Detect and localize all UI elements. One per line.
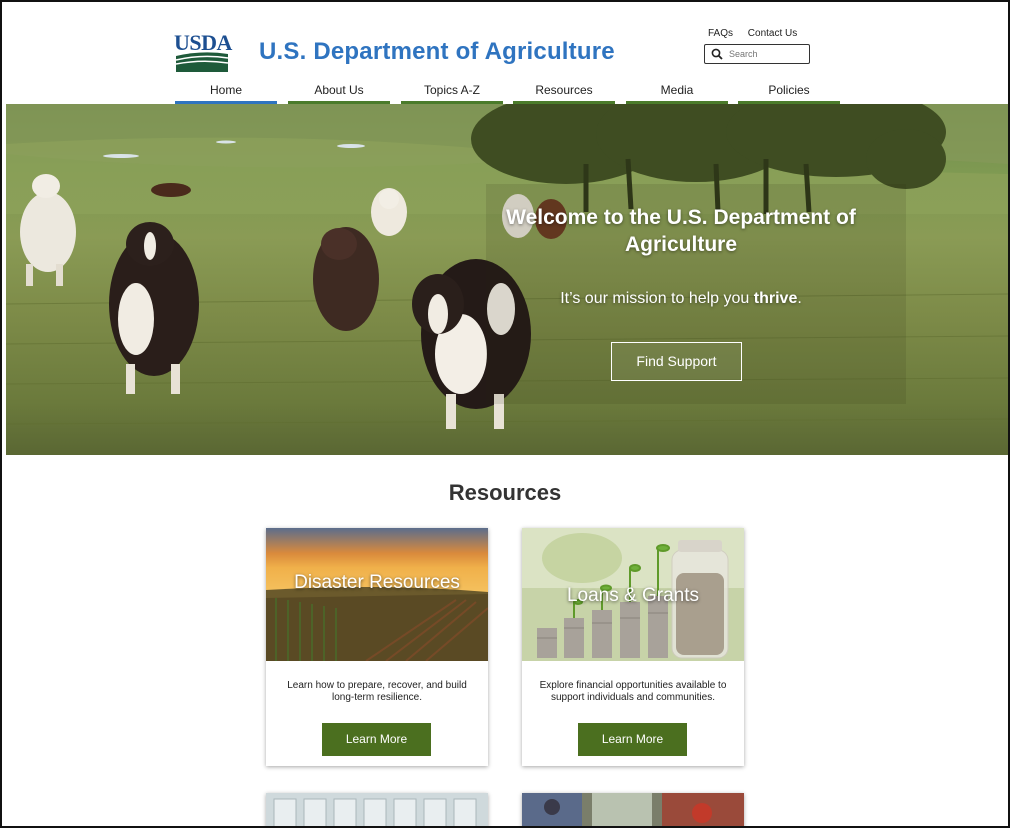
- nav-home[interactable]: Home: [175, 82, 277, 104]
- hero-subtitle-pre: It’s our mission to help you: [560, 290, 754, 307]
- resources-heading: Resources: [448, 480, 562, 505]
- loans-card-image: Loans & Grants: [522, 528, 744, 661]
- disaster-card-description: Learn how to prepare, recover, and build…: [287, 680, 467, 703]
- find-support-button[interactable]: Find Support: [611, 342, 742, 381]
- logo-fields-icon: [175, 52, 229, 72]
- usda-logo[interactable]: USDA: [174, 32, 232, 72]
- disaster-card-image: Disaster Resources: [266, 528, 488, 661]
- partial-card-2-image: [522, 793, 744, 826]
- search-input[interactable]: [729, 47, 807, 61]
- loans-card-title: Loans & Grants: [566, 585, 700, 606]
- nav-policies[interactable]: Policies: [738, 82, 840, 104]
- search-box[interactable]: [704, 44, 810, 64]
- site-header: USDA U.S. Department of Agriculture FAQs…: [2, 2, 1008, 104]
- hero-subtitle: It’s our mission to help you thrive.: [496, 290, 866, 308]
- loans-card-description: Explore financial opportunities availabl…: [539, 680, 727, 703]
- resource-card-partial-1[interactable]: [266, 793, 488, 826]
- nav-about-us[interactable]: About Us: [288, 82, 390, 104]
- resource-card-disaster: Disaster Resources Learn how to prepare,…: [266, 528, 488, 766]
- site-title[interactable]: U.S. Department of Agriculture: [259, 38, 615, 66]
- nav-resources[interactable]: Resources: [513, 82, 615, 104]
- resource-card-partial-2[interactable]: [522, 793, 744, 826]
- nav-media[interactable]: Media: [626, 82, 728, 104]
- hero-subtitle-bold: thrive: [753, 290, 798, 307]
- contact-us-link[interactable]: Contact Us: [748, 28, 797, 39]
- page-frame: USDA U.S. Department of Agriculture FAQs…: [0, 0, 1010, 828]
- disaster-learn-more-button[interactable]: Learn More: [322, 723, 431, 756]
- hero-banner: Welcome to the U.S. Department of Agricu…: [6, 104, 1008, 455]
- faqs-link[interactable]: FAQs: [708, 28, 733, 39]
- hero-subtitle-post: .: [797, 290, 802, 307]
- loans-learn-more-button[interactable]: Learn More: [578, 723, 687, 756]
- hero-pasture-image: [6, 104, 1008, 429]
- utility-links: FAQs Contact Us: [708, 28, 809, 39]
- nav-topics-a-z[interactable]: Topics A-Z: [401, 82, 503, 104]
- partial-card-1-image: [266, 793, 488, 826]
- hero-title: Welcome to the U.S. Department of Agricu…: [506, 206, 856, 256]
- search-icon[interactable]: [711, 48, 723, 60]
- disaster-card-title: Disaster Resources: [294, 572, 460, 593]
- resource-card-loans: Loans & Grants Explore financial opportu…: [522, 528, 744, 766]
